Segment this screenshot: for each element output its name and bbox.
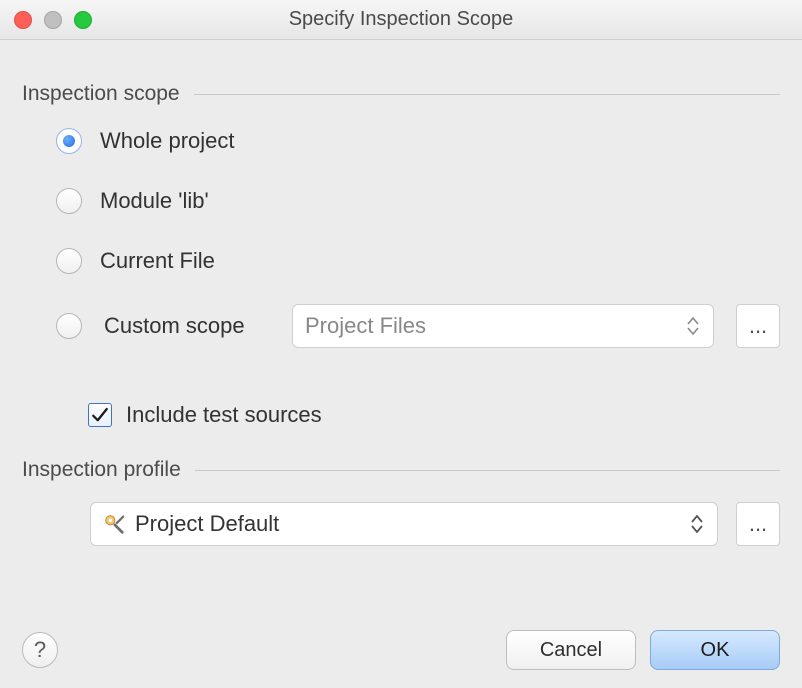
scope-group-header: Inspection scope [22,82,780,106]
titlebar: Specify Inspection Scope [0,0,802,40]
scope-option-custom[interactable]: Custom scope Project Files ... [56,304,780,348]
close-window-button[interactable] [14,11,32,29]
radio-icon [56,188,82,214]
help-button[interactable]: ? [22,632,58,668]
radio-label: Whole project [100,128,235,154]
scope-option-module[interactable]: Module 'lib' [56,184,780,218]
dialog-content: Inspection scope Whole project Module 'l… [0,40,802,564]
custom-scope-dropdown[interactable]: Project Files [292,304,714,348]
profile-browse-button[interactable]: ... [736,502,780,546]
ok-button[interactable]: OK [650,630,780,670]
radio-icon [56,313,82,339]
dialog-footer: ? Cancel OK [22,630,780,670]
scope-radio-group: Whole project Module 'lib' Current File … [22,124,780,428]
profile-group-header: Inspection profile [22,458,780,482]
divider [194,94,780,95]
minimize-window-button[interactable] [44,11,62,29]
wrench-gear-icon [103,513,125,535]
dropdown-value: Project Files [305,313,685,339]
traffic-lights [14,11,92,29]
profile-heading: Inspection profile [22,458,181,482]
divider [195,470,780,471]
dropdown-stepper-icon [689,515,705,533]
dropdown-value: Project Default [103,511,689,537]
radio-label: Custom scope [104,313,270,339]
cancel-button[interactable]: Cancel [506,630,636,670]
radio-icon [56,128,82,154]
checkbox-icon [88,403,112,427]
custom-scope-browse-button[interactable]: ... [736,304,780,348]
scope-option-whole[interactable]: Whole project [56,124,780,158]
radio-label: Module 'lib' [100,188,209,214]
include-tests-option[interactable]: Include test sources [56,402,780,428]
profile-dropdown[interactable]: Project Default [90,502,718,546]
scope-heading: Inspection scope [22,82,180,106]
radio-label: Current File [100,248,215,274]
radio-icon [56,248,82,274]
dropdown-stepper-icon [685,317,701,335]
checkbox-label: Include test sources [126,402,322,428]
scope-option-current-file[interactable]: Current File [56,244,780,278]
zoom-window-button[interactable] [74,11,92,29]
window-title: Specify Inspection Scope [0,8,802,31]
